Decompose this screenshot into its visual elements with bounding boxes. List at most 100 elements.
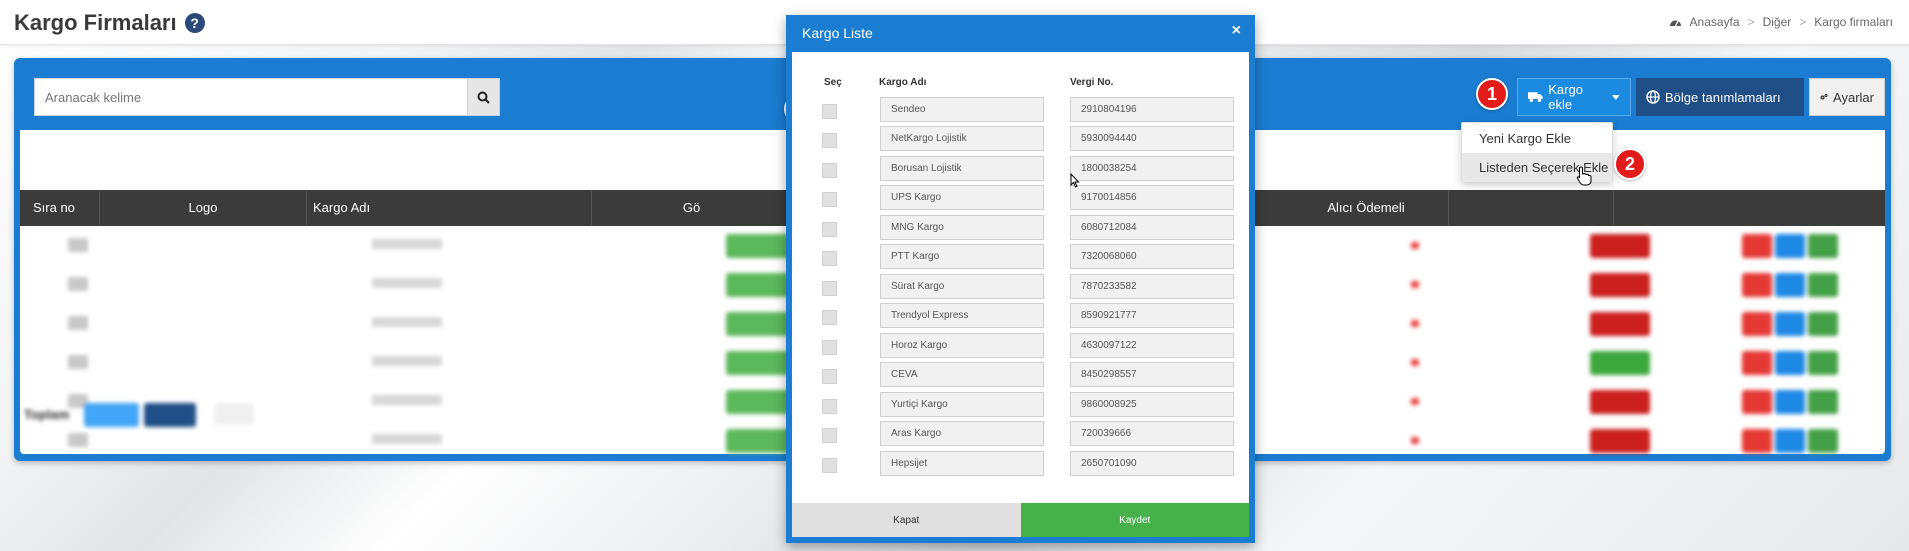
row-checkbox[interactable] [68, 238, 88, 252]
row-select-checkbox[interactable] [822, 222, 837, 237]
row-checkbox[interactable] [68, 355, 88, 369]
modal-footer: Kapat Kaydet [792, 503, 1249, 537]
th-logo[interactable]: Logo [100, 190, 307, 226]
vergi-no-field[interactable]: 720039666 [1070, 421, 1234, 446]
vergi-no-field[interactable]: 1800038254 [1070, 156, 1234, 181]
table-footer: Toplam [24, 399, 424, 429]
modal-row: Trendyol Express 8590921777 [792, 303, 1249, 332]
vergi-no-field[interactable]: 5930094440 [1070, 126, 1234, 151]
vergi-no-field[interactable]: 2910804196 [1070, 97, 1234, 122]
row-select-checkbox[interactable] [822, 163, 837, 178]
row-select-checkbox[interactable] [822, 369, 837, 384]
search-input[interactable] [35, 79, 467, 115]
truck-icon [1528, 92, 1543, 103]
row-select-checkbox[interactable] [822, 458, 837, 473]
row-name-blurred [372, 317, 442, 327]
delete-button[interactable] [1742, 234, 1772, 258]
row-select-checkbox[interactable] [822, 399, 837, 414]
search-button[interactable] [467, 79, 499, 115]
row-status-toggle[interactable] [1590, 234, 1650, 258]
row-select-checkbox[interactable] [822, 340, 837, 355]
edit-button[interactable] [1808, 234, 1838, 258]
row-checkbox[interactable] [68, 316, 88, 330]
th-gonderici[interactable]: Gö [592, 190, 792, 226]
modal-row: Sürat Kargo 7870233582 [792, 274, 1249, 303]
th-alici-odemeli[interactable]: Alıcı Ödemeli [1284, 190, 1449, 226]
delete-button[interactable] [1742, 312, 1772, 336]
vergi-no-field[interactable]: 4630097122 [1070, 333, 1234, 358]
kapat-button[interactable]: Kapat [792, 503, 1021, 537]
row-status-toggle[interactable] [1590, 351, 1650, 375]
page-size-select[interactable] [214, 403, 254, 425]
kargo-ekle-button[interactable]: Kargo ekle [1517, 78, 1631, 116]
modal-row: Horoz Kargo 4630097122 [792, 333, 1249, 362]
print-button[interactable] [144, 403, 196, 427]
row-select-checkbox[interactable] [822, 104, 837, 119]
edit-button[interactable] [1808, 429, 1838, 453]
row-status-toggle[interactable] [1590, 312, 1650, 336]
dropdown-yeni-kargo-ekle[interactable]: Yeni Kargo Ekle [1462, 124, 1612, 153]
info-button[interactable] [1775, 234, 1805, 258]
breadcrumb-diger[interactable]: Diğer [1763, 15, 1792, 29]
row-select-checkbox[interactable] [822, 133, 837, 148]
vergi-no-field[interactable]: 9860008925 [1070, 392, 1234, 417]
delete-button[interactable] [1742, 390, 1772, 414]
delete-button[interactable] [1742, 351, 1772, 375]
kargo-adi-field[interactable]: Borusan Lojistik [880, 156, 1044, 181]
vergi-no-field[interactable]: 2650701090 [1070, 451, 1234, 476]
row-select-checkbox[interactable] [822, 310, 837, 325]
row-status-toggle[interactable] [1590, 273, 1650, 297]
breadcrumb-home[interactable]: Anasayfa [1690, 15, 1740, 29]
modal-row: Yurtiçi Kargo 9860008925 [792, 392, 1249, 421]
modal-header-vergi-no: Vergi No. [1070, 77, 1114, 88]
edit-button[interactable] [1808, 390, 1838, 414]
row-status-toggle[interactable] [1590, 429, 1650, 453]
bolge-tanimlamalari-button[interactable]: Bölge tanımlamaları [1636, 78, 1804, 116]
kargo-adi-field[interactable]: NetKargo Lojistik [880, 126, 1044, 151]
breadcrumb-separator: > [1799, 15, 1807, 29]
kargo-adi-field[interactable]: Yurtiçi Kargo [880, 392, 1044, 417]
info-button[interactable] [1775, 351, 1805, 375]
kargo-ekle-label: Kargo ekle [1548, 82, 1583, 112]
info-button[interactable] [1775, 390, 1805, 414]
vergi-no-field[interactable]: 7870233582 [1070, 274, 1234, 299]
delete-button[interactable] [1742, 429, 1772, 453]
edit-button[interactable] [1808, 312, 1838, 336]
kargo-adi-field[interactable]: UPS Kargo [880, 185, 1044, 210]
close-icon[interactable]: × [1232, 22, 1241, 40]
ayarlar-button[interactable]: Ayarlar [1809, 78, 1885, 116]
row-name-blurred [372, 434, 442, 444]
info-button[interactable] [1775, 273, 1805, 297]
kargo-adi-field[interactable]: Sürat Kargo [880, 274, 1044, 299]
row-select-checkbox[interactable] [822, 428, 837, 443]
delete-button[interactable] [1742, 273, 1772, 297]
kargo-adi-field[interactable]: PTT Kargo [880, 244, 1044, 269]
info-button[interactable] [1775, 429, 1805, 453]
kargo-adi-field[interactable]: CEVA [880, 362, 1044, 387]
vergi-no-field[interactable]: 6080712084 [1070, 215, 1234, 240]
th-kargo-adi[interactable]: Kargo Adı [307, 190, 592, 226]
edit-button[interactable] [1808, 273, 1838, 297]
row-select-checkbox[interactable] [822, 192, 837, 207]
kargo-adi-field[interactable]: Aras Kargo [880, 421, 1044, 446]
kargo-adi-field[interactable]: Hepsijet [880, 451, 1044, 476]
row-select-checkbox[interactable] [822, 251, 837, 266]
kargo-adi-field[interactable]: Horoz Kargo [880, 333, 1044, 358]
kargo-adi-field[interactable]: Trendyol Express [880, 303, 1044, 328]
kargo-adi-field[interactable]: Sendeo [880, 97, 1044, 122]
export-button[interactable] [84, 403, 139, 427]
kaydet-button[interactable]: Kaydet [1020, 503, 1249, 537]
row-checkbox[interactable] [68, 277, 88, 291]
help-icon[interactable]: ? [184, 13, 205, 33]
edit-button[interactable] [1808, 351, 1838, 375]
vergi-no-field[interactable]: 8450298557 [1070, 362, 1234, 387]
vergi-no-field[interactable]: 7320068060 [1070, 244, 1234, 269]
info-button[interactable] [1775, 312, 1805, 336]
th-sira[interactable]: Sıra no [20, 190, 100, 226]
row-status-toggle[interactable] [1590, 390, 1650, 414]
vergi-no-field[interactable]: 9170014856 [1070, 185, 1234, 210]
row-checkbox[interactable] [68, 433, 88, 447]
row-select-checkbox[interactable] [822, 281, 837, 296]
vergi-no-field[interactable]: 8590921777 [1070, 303, 1234, 328]
kargo-adi-field[interactable]: MNG Kargo [880, 215, 1044, 240]
